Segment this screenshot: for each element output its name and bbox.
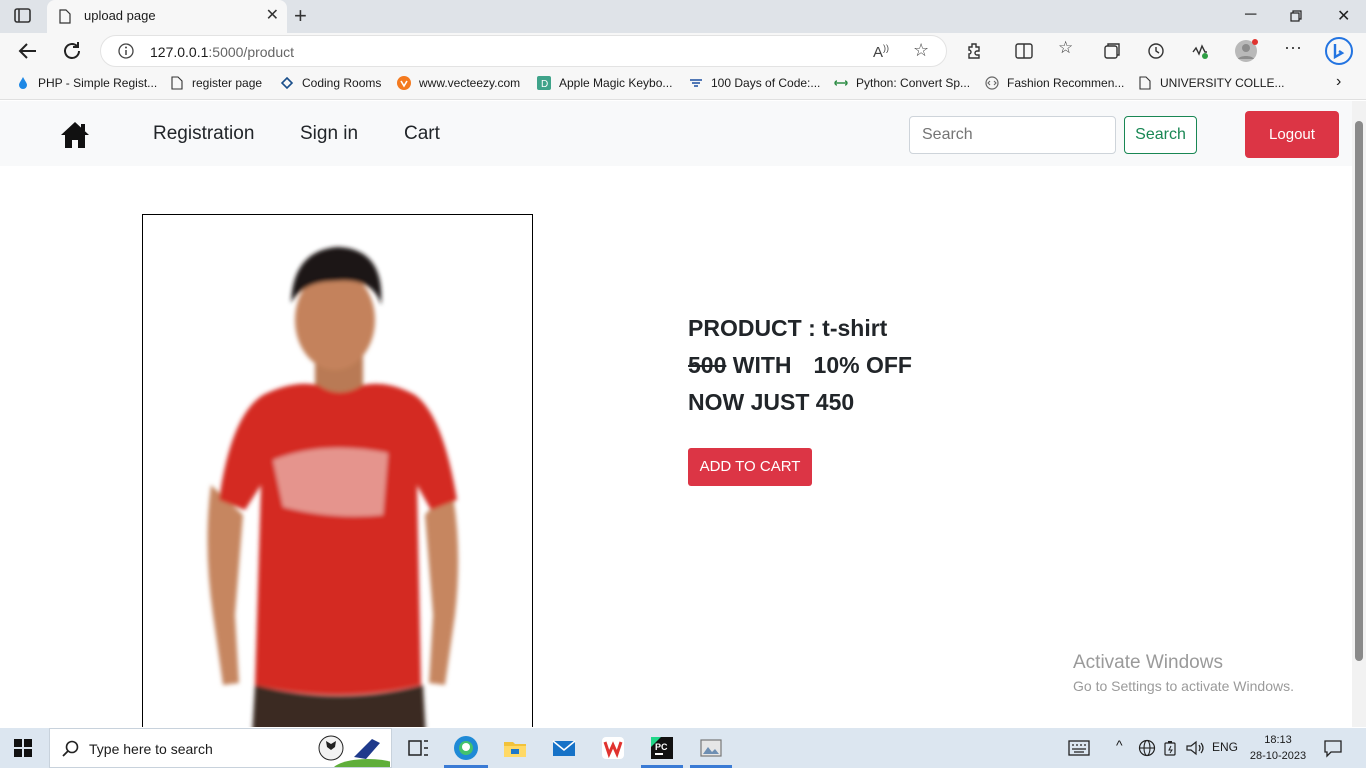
activate-windows-watermark: Activate Windows Go to Settings to activ… — [1073, 652, 1294, 694]
geeks-icon — [834, 80, 848, 86]
bookmark-100-days[interactable]: 100 Days of Code:... — [689, 76, 820, 90]
close-tab-icon[interactable]: ✕ — [266, 8, 279, 24]
bookmark-python-convert[interactable]: Python: Convert Sp... — [834, 76, 970, 90]
original-price: 500 — [688, 352, 727, 378]
back-icon[interactable] — [16, 39, 40, 63]
nav-registration[interactable]: Registration — [153, 123, 254, 145]
battery-icon[interactable] — [1162, 739, 1180, 757]
search-button[interactable]: Search — [1124, 116, 1197, 154]
more-menu-icon[interactable]: ··· — [1284, 37, 1304, 57]
watermark-subtitle: Go to Settings to activate Windows. — [1073, 678, 1294, 694]
windows-start-icon[interactable] — [14, 739, 32, 757]
nav-sign-in[interactable]: Sign in — [300, 123, 358, 145]
home-icon[interactable] — [60, 121, 90, 149]
drop-icon — [19, 77, 27, 89]
read-aloud-icon[interactable]: A)) — [873, 43, 889, 61]
tata-icon — [690, 79, 702, 87]
favorites-icon[interactable]: ☆ — [1058, 38, 1078, 58]
page-viewport: Registration Sign in Cart Search Logout — [0, 101, 1352, 727]
bookmark-university[interactable]: UNIVERSITY COLLE... — [1138, 76, 1284, 90]
task-view-icon[interactable] — [404, 734, 432, 762]
final-price: NOW JUST 450 — [688, 389, 855, 415]
svg-text:PC: PC — [655, 742, 668, 752]
discount-text: 10% OFF — [813, 352, 912, 378]
browser-tab[interactable]: upload page ✕ — [47, 0, 287, 33]
scrollbar-thumb[interactable] — [1355, 121, 1363, 661]
price-line: 500 WITH 10% OFF — [688, 352, 912, 389]
mail-icon[interactable] — [550, 734, 578, 762]
watermark-title: Activate Windows — [1073, 652, 1223, 673]
browser-titlebar: upload page ✕ + ─ ✕ — [0, 0, 1366, 33]
page-icon — [1139, 76, 1151, 90]
show-hidden-icons-icon[interactable]: ^ — [1116, 737, 1123, 753]
page-scrollbar[interactable] — [1352, 101, 1366, 727]
site-navbar: Registration Sign in Cart Search Logout — [0, 101, 1352, 166]
vecteezy-icon — [397, 76, 411, 90]
restore-icon[interactable] — [1290, 10, 1302, 22]
new-tab-icon[interactable]: + — [294, 5, 307, 27]
address-bar[interactable]: 127.0.0.1:5000/product A)) ☆ — [100, 35, 947, 67]
product-info: PRODUCT : t-shirt 500 WITH 10% OFF NOW JU… — [688, 315, 912, 426]
split-screen-icon[interactable] — [1014, 41, 1034, 61]
pycharm-icon[interactable]: PC — [648, 734, 676, 762]
extensions-icon[interactable] — [965, 41, 985, 61]
network-globe-icon[interactable] — [1138, 739, 1156, 757]
taskbar-clock[interactable]: 18:13 28-10-2023 — [1248, 732, 1308, 764]
search-input[interactable] — [909, 116, 1116, 154]
taskbar-search-placeholder: Type here to search — [89, 741, 213, 757]
collections-icon[interactable] — [1102, 41, 1122, 61]
page-icon — [171, 76, 183, 90]
url-text: 127.0.0.1:5000/product — [150, 44, 295, 60]
code-icon — [985, 76, 999, 90]
bookmarks-overflow-icon[interactable]: › — [1336, 73, 1341, 91]
tab-actions-icon[interactable] — [12, 7, 34, 25]
product-image — [142, 214, 533, 727]
clock-date: 28-10-2023 — [1249, 750, 1307, 762]
minimize-icon[interactable]: ─ — [1245, 6, 1256, 24]
bookmark-fashion[interactable]: Fashion Recommen... — [985, 76, 1124, 90]
nav-cart[interactable]: Cart — [404, 123, 440, 145]
diamond-icon — [280, 76, 294, 90]
with-text: WITH — [732, 352, 792, 378]
reload-icon[interactable] — [60, 39, 84, 63]
volume-icon[interactable] — [1185, 739, 1205, 757]
bookmark-register-page[interactable]: register page — [170, 76, 262, 90]
page-icon — [59, 9, 71, 24]
d-logo-icon: D — [537, 76, 551, 90]
photo-viewer-icon[interactable] — [697, 734, 725, 762]
wps-office-icon[interactable] — [599, 734, 627, 762]
product-photo — [207, 247, 459, 727]
football-boot-icon — [318, 735, 390, 767]
file-explorer-icon[interactable] — [501, 734, 529, 762]
bookmark-vecteezy[interactable]: www.vecteezy.com — [397, 76, 520, 90]
search-icon — [62, 740, 79, 757]
logout-button[interactable]: Logout — [1245, 111, 1339, 158]
bing-chat-icon[interactable] — [1324, 36, 1354, 66]
site-info-icon[interactable] — [118, 43, 134, 59]
bookmarks-bar: PHP - Simple Regist... register page Cod… — [0, 69, 1366, 100]
favorite-star-icon[interactable]: ☆ — [913, 40, 929, 61]
profile-avatar-icon[interactable] — [1234, 39, 1258, 63]
add-to-cart-button[interactable]: ADD TO CART — [688, 448, 812, 486]
notifications-icon[interactable] — [1323, 738, 1343, 758]
performance-icon[interactable] — [1190, 41, 1210, 61]
windows-taskbar: Type here to search PC ^ ENG 18:13 28-10… — [0, 728, 1366, 768]
product-name: PRODUCT : t-shirt — [688, 315, 888, 341]
close-window-icon[interactable]: ✕ — [1337, 6, 1350, 26]
bookmark-apple-keyboard[interactable]: D Apple Magic Keybo... — [537, 76, 672, 90]
edge-browser-icon[interactable] — [452, 734, 480, 762]
language-indicator[interactable]: ENG — [1212, 740, 1238, 754]
browser-toolbar: 127.0.0.1:5000/product A)) ☆ ☆ ··· — [0, 33, 1366, 69]
svg-text:D: D — [541, 79, 548, 90]
keyboard-tray-icon[interactable] — [1068, 739, 1090, 757]
taskbar-search-box[interactable]: Type here to search — [49, 728, 392, 768]
history-icon[interactable] — [1146, 41, 1166, 61]
bookmark-coding-rooms[interactable]: Coding Rooms — [280, 76, 381, 90]
tab-title: upload page — [84, 8, 156, 23]
bookmark-php[interactable]: PHP - Simple Regist... — [16, 76, 157, 90]
clock-time: 18:13 — [1264, 734, 1292, 746]
